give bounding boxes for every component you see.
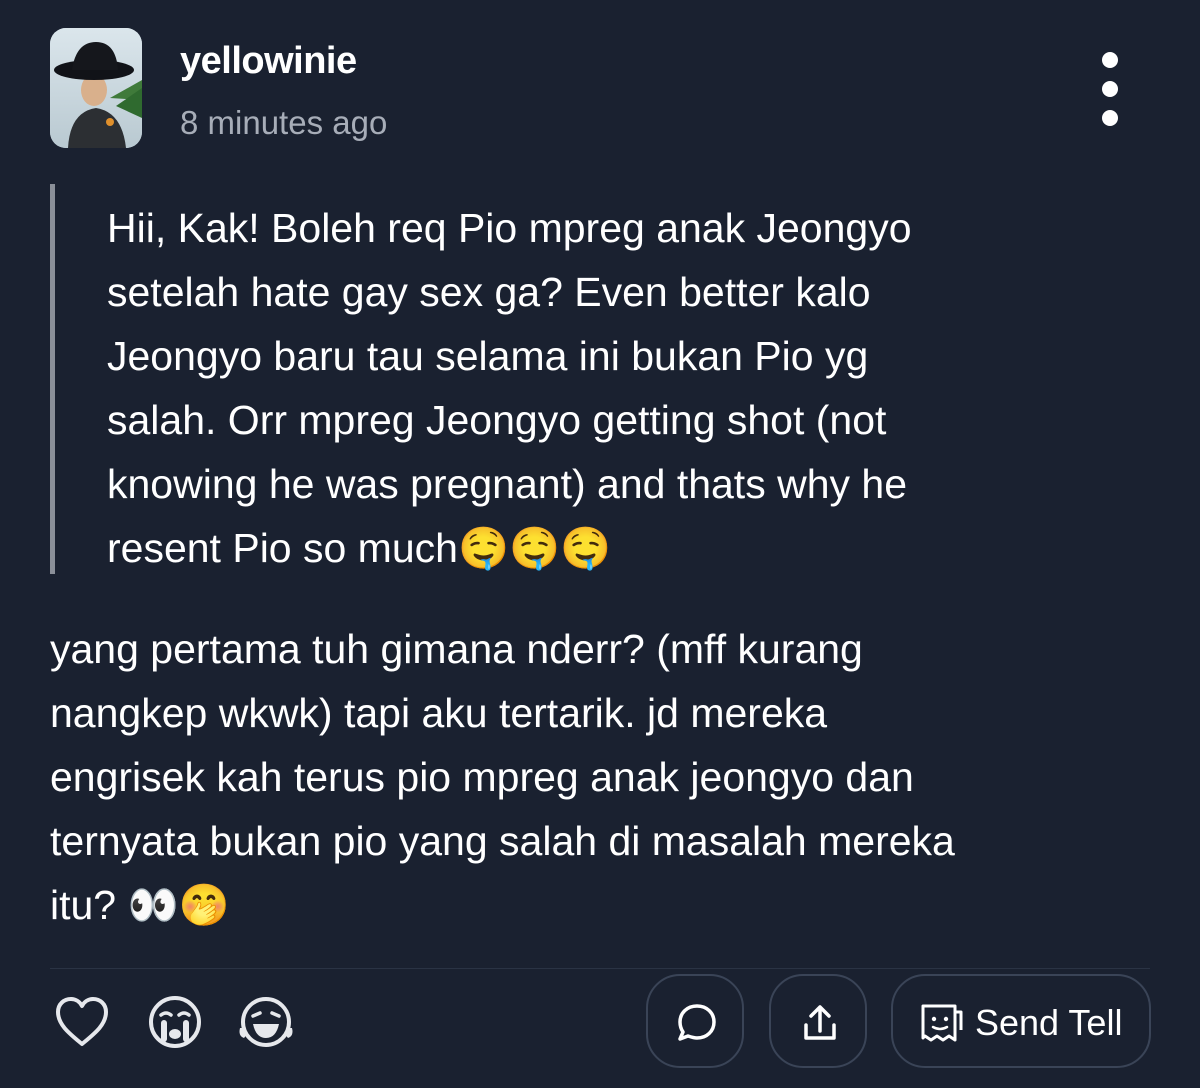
laugh-reaction-button[interactable] [236, 992, 296, 1052]
post-timestamp: 8 minutes ago [180, 104, 388, 141]
question-text: Hii, Kak! Boleh req Pio mpreg anak Jeong… [107, 205, 912, 571]
comment-icon [678, 1004, 716, 1041]
post-header: yellowinie 8 minutes ago [50, 28, 1150, 148]
send-tell-label: Send Tell [975, 1002, 1123, 1043]
more-options-button[interactable] [1090, 52, 1130, 126]
avatar[interactable] [50, 28, 142, 148]
laughing-face-icon [239, 997, 293, 1047]
share-icon [804, 1005, 836, 1040]
share-button[interactable] [769, 974, 867, 1068]
comment-button[interactable] [646, 974, 744, 1068]
send-tell-button[interactable]: Send Tell [891, 974, 1151, 1068]
cry-reaction-button[interactable] [145, 992, 205, 1052]
send-tell-icon [921, 1004, 963, 1042]
divider [50, 968, 1150, 969]
question-quote: Hii, Kak! Boleh req Pio mpreg anak Jeong… [50, 184, 1110, 574]
like-button[interactable] [52, 992, 112, 1052]
answer-text: yang pertama tuh gimana nderr? (mff kura… [50, 626, 955, 928]
heart-icon [56, 997, 108, 1046]
crying-face-icon [149, 996, 201, 1048]
username[interactable]: yellowinie [180, 40, 357, 83]
